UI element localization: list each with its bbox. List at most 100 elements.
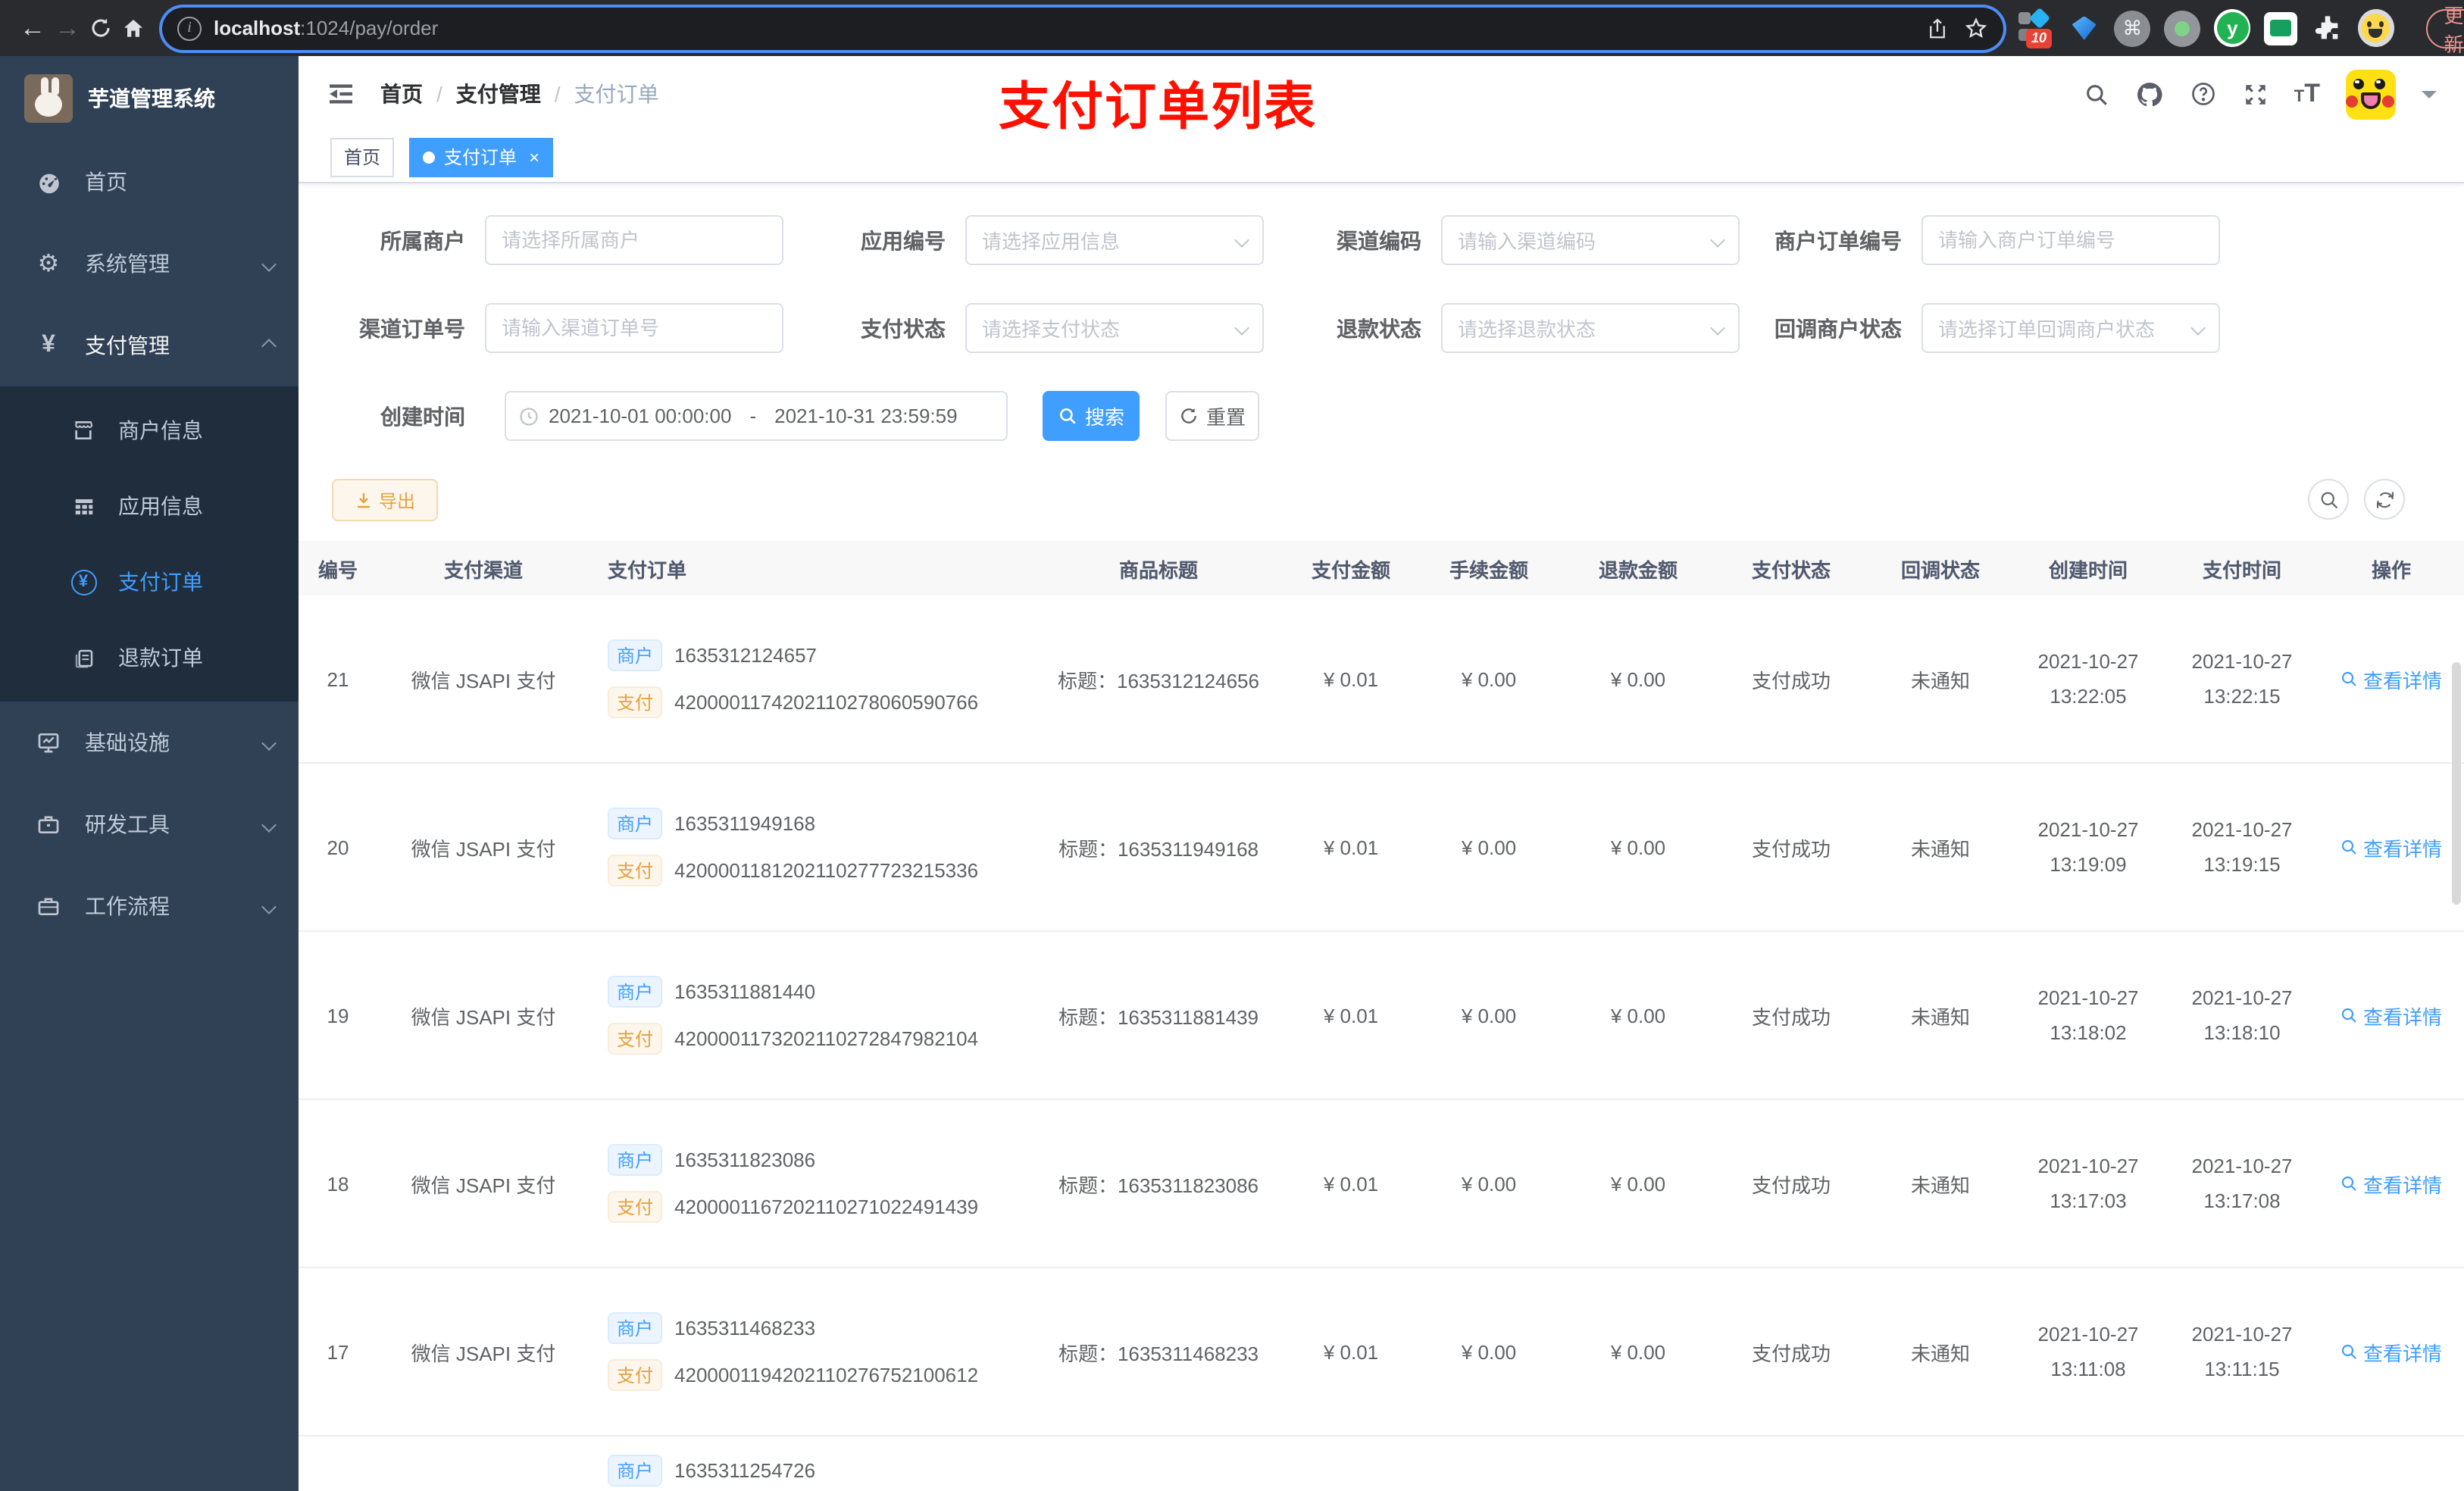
view-detail-link[interactable]: 查看详情 [2340,833,2442,861]
create-time-range-picker[interactable]: 2021-10-01 00:00:00 - 2021-10-31 23:59:5… [505,391,1008,441]
filter-label-merchant-order-no: 商户订单编号 [1775,228,1902,252]
table-row: 20 微信 JSAPI 支付 商户 1635311949168 支付 4200001… [299,764,2464,932]
bookmark-star-icon[interactable] [1964,16,1988,40]
extension-command[interactable]: ⌘ [2114,10,2151,46]
date-start: 2021-10-01 00:00:00 [549,405,732,427]
dashboard-icon [30,169,67,195]
date-end: 2021-10-31 23:59:59 [774,405,958,427]
active-tag-dot [423,151,436,163]
view-detail-link[interactable]: 查看详情 [2340,1001,2442,1030]
merchant-order-no-input-wrap[interactable] [1921,215,2220,265]
share-icon[interactable] [1926,16,1949,40]
cell-id: 18 [327,1172,349,1195]
refresh-table-button[interactable] [2364,479,2405,520]
user-avatar[interactable] [2346,69,2396,119]
grid-icon [67,495,100,517]
reload-icon [92,18,110,37]
filter-label-merchant: 所属商户 [380,228,465,252]
cell-order-no: 商户 1635311881440 支付 4200001173202110272847… [589,976,1029,1055]
font-size-icon[interactable]: TT [2294,79,2320,109]
browser-update-button[interactable]: 更新 [2425,4,2464,55]
cell-channel: 微信 JSAPI 支付 [411,1174,556,1196]
header-search-icon[interactable] [2084,81,2109,107]
sidebar-item-pay-order[interactable]: ¥ 支付订单 [0,544,299,620]
gear-icon: ⚙ [37,252,60,277]
search-icon [2342,1008,2357,1023]
tag-pay-order[interactable]: 支付订单 × [409,137,554,177]
help-icon[interactable] [2190,80,2217,108]
hamburger-icon[interactable] [326,79,356,109]
sidebar-item-merchant-info[interactable]: 商户信息 [0,392,299,468]
toggle-search-button[interactable] [2308,479,2349,520]
cell-status: 支付成功 [1751,1342,1831,1364]
view-detail-link[interactable]: 查看详情 [2340,664,2442,693]
export-button[interactable]: 导出 [332,479,438,521]
cell-channel: 微信 JSAPI 支付 [411,669,556,692]
sidebar-item-app-info[interactable]: 应用信息 [0,468,299,544]
cell-id: 21 [327,667,349,690]
breadcrumb-section[interactable]: 支付管理 [456,79,541,109]
tag-home[interactable]: 首页 [330,137,395,177]
page-scrollbar-thumb[interactable] [2452,662,2461,905]
view-detail-link[interactable]: 查看详情 [2340,1169,2442,1198]
view-detail-link[interactable]: 查看详情 [2340,1337,2442,1366]
search-icon [2342,1176,2357,1191]
sidebar-item-devtools[interactable]: 研发工具 [0,783,299,865]
address-bar[interactable]: i localhost:1024/pay/order [162,7,2003,49]
reset-button[interactable]: 重置 [1165,391,1259,441]
briefcase-icon [30,894,67,918]
merchant-order-no-input[interactable] [1938,229,2203,252]
channel-order-no-input-wrap[interactable] [485,303,783,353]
refund-status-select[interactable]: 请选择退款状态 [1441,303,1740,353]
fullscreen-icon[interactable] [2243,81,2269,107]
chevron-down-icon [261,899,277,914]
pay-order-icon: ¥ [67,569,100,595]
payment-submenu: 商户信息 应用信息 ¥ 支付订单 退款订单 [0,386,299,702]
search-button[interactable]: 搜索 [1043,391,1140,441]
merchant-tag: 商户 [608,1312,663,1344]
browser-home-button[interactable] [121,8,145,48]
extension-chat[interactable] [2264,10,2298,46]
channel-code-select[interactable]: 请输入渠道编码 [1441,215,1740,265]
sidebar-item-home[interactable]: 首页 [0,141,299,223]
browser-back-button[interactable]: ← [20,8,45,48]
search-icon [2342,839,2357,855]
cell-id: 20 [327,836,349,858]
browser-forward-button[interactable]: → [55,8,80,48]
sidebar-item-workflow[interactable]: 工作流程 [0,865,299,947]
breadcrumb-home[interactable]: 首页 [380,79,423,109]
merchant-input[interactable] [502,229,767,252]
cell-paid: 2021-10-27 13:18:10 [2191,986,2293,1044]
sidebar-item-payment[interactable]: ¥ 支付管理 [0,305,299,386]
browser-profile-avatar[interactable] [2357,9,2394,47]
sidebar-item-infrastructure[interactable]: 基础设施 [0,702,299,783]
github-icon[interactable] [2135,80,2164,108]
browser-reload-button[interactable] [89,8,112,48]
cell-fee: ¥ 0.00 [1461,836,1517,858]
site-info-icon[interactable]: i [177,16,202,40]
sidebar-item-refund-order[interactable]: 退款订单 [0,620,299,695]
sidebar-item-system[interactable]: ⚙ 系统管理 [0,223,299,305]
merchant-select[interactable] [485,215,783,265]
extension-gem[interactable] [2068,10,2100,46]
filter-label-channel-code: 渠道编码 [1337,228,1421,252]
channel-order-no-input[interactable] [502,317,767,339]
tag-close-icon[interactable]: × [529,146,539,167]
pay-tag: 支付 [608,1191,663,1223]
cell-channel: 微信 JSAPI 支付 [411,1342,556,1364]
cell-refund: ¥ 0.00 [1610,836,1666,858]
extension-yudao[interactable]: y [2214,9,2251,47]
cell-fee: ¥ 0.00 [1461,1172,1517,1195]
cell-notify: 未通知 [1910,837,1970,860]
notify-status-select[interactable]: 请选择订单回调商户状态 [1921,303,2220,353]
pay-status-select[interactable]: 请选择支付状态 [965,303,1264,353]
app-logo-row[interactable]: 芋道管理系统 [0,56,299,141]
avatar-caret-icon[interactable] [2422,90,2437,105]
cell-created: 2021-10-27 13:18:02 [2037,986,2139,1044]
extension-recorder[interactable] [2164,10,2201,46]
cell-order-no: 商户 1635311468233 支付 4200001194202110276752… [589,1312,1029,1391]
extension-pixel-badge[interactable]: 10 [2018,6,2054,48]
document-icon [67,646,100,669]
extensions-puzzle-button[interactable] [2311,10,2344,46]
app-select[interactable]: 请选择应用信息 [965,215,1264,265]
